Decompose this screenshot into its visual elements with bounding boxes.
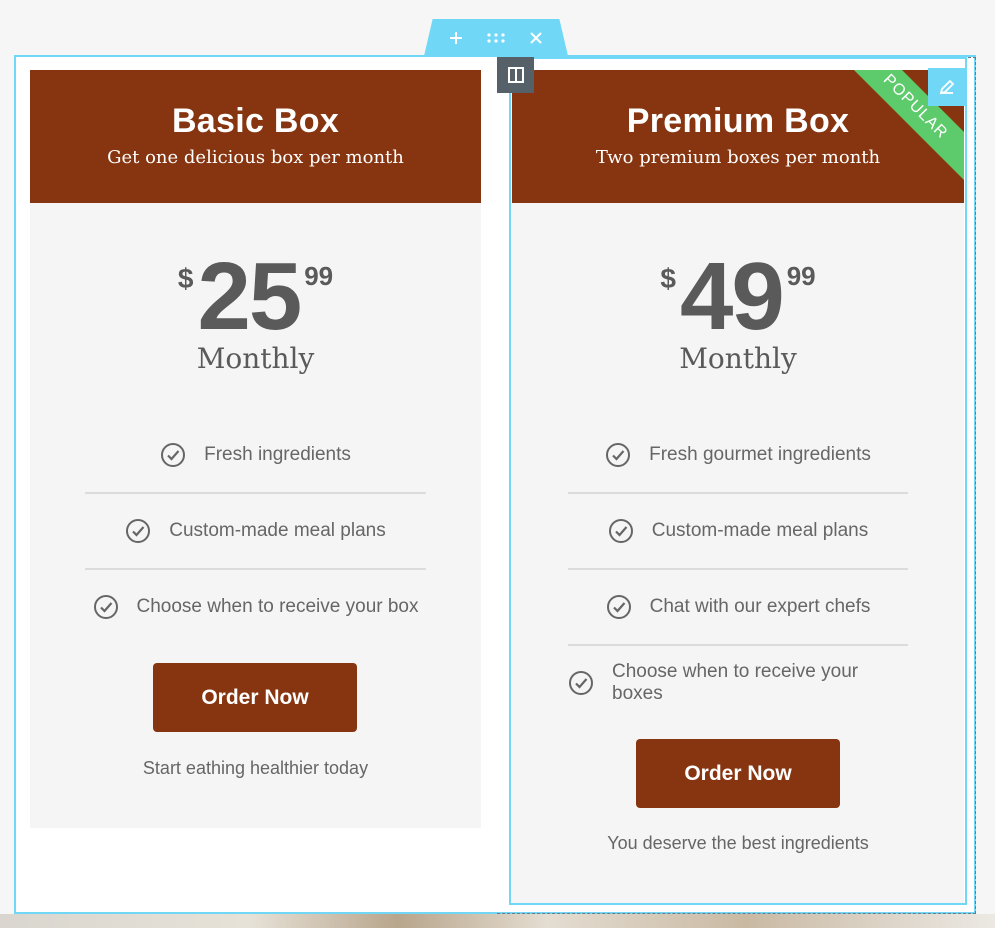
plan-note: Start eathing healthier today (142, 758, 369, 778)
check-circle-icon (126, 519, 151, 543)
background-image-strip (0, 914, 995, 928)
pricing-card-basic: Basic Box Get one delicious box per mont… (30, 70, 481, 828)
plan-subtitle: Get one delicious box per month (107, 147, 404, 168)
section-handle[interactable] (424, 19, 568, 56)
price-cents: 99 (304, 261, 334, 291)
widget-outline (509, 57, 967, 905)
feature-list: Fresh ingredients Custom-made meal plans… (85, 418, 426, 644)
price-currency: $ (177, 263, 194, 294)
list-item: Fresh ingredients (85, 418, 426, 494)
feature-label: Fresh ingredients (204, 444, 351, 465)
check-circle-icon (93, 595, 118, 619)
price-period: Monthly (196, 342, 315, 375)
list-item: Choose when to receive your box (85, 570, 426, 644)
feature-label: Choose when to receive your box (136, 596, 419, 617)
check-circle-icon (161, 443, 186, 467)
edit-widget-button[interactable] (928, 68, 966, 106)
order-now-button[interactable]: Order Now (153, 663, 357, 732)
close-icon[interactable] (526, 28, 546, 48)
column-handle[interactable] (497, 57, 534, 93)
column-layout-icon[interactable] (507, 67, 524, 83)
price: $ 25 99 (30, 243, 481, 350)
add-icon[interactable] (446, 28, 466, 48)
plan-title: Basic Box (171, 102, 340, 140)
card-header: Basic Box Get one delicious box per mont… (30, 70, 481, 203)
drag-handle-icon[interactable] (486, 28, 506, 48)
list-item: Custom-made meal plans (85, 494, 426, 570)
price-amount: 25 (197, 243, 302, 350)
pencil-icon[interactable] (938, 78, 956, 96)
feature-label: Custom-made meal plans (169, 520, 386, 541)
